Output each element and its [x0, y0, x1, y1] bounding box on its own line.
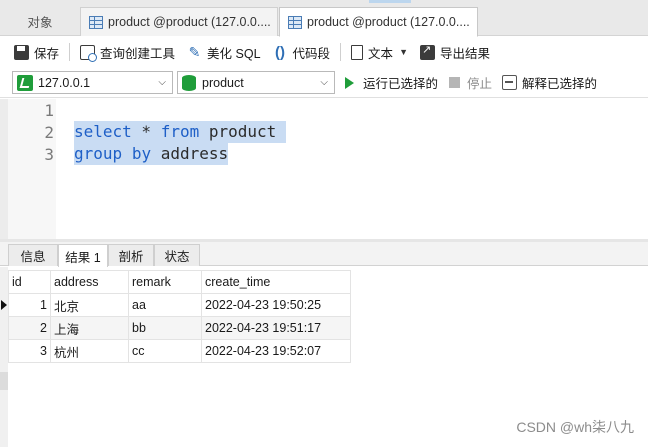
table-row[interactable]: 2 上海 bb 2022-04-23 19:51:17 [8, 316, 351, 340]
tab-result-1-label: 结果 1 [65, 250, 101, 265]
cell-create-time[interactable]: 2022-04-23 19:52:07 [201, 339, 351, 363]
current-row-arrow-icon [1, 300, 7, 310]
text-label: 文本 [368, 46, 394, 61]
beautify-icon: ✎ [188, 43, 201, 60]
stop-icon [449, 77, 461, 88]
code-line[interactable]: select * from product [74, 121, 286, 143]
tab-query-2-active[interactable]: product @product (127.0.0.... [279, 7, 478, 37]
text-dropdown-button[interactable]: 文本 ▼ [345, 40, 414, 64]
explain-icon [502, 75, 518, 90]
save-icon [14, 44, 29, 60]
beautify-label: 美化 SQL [207, 46, 261, 61]
cell-create-time[interactable]: 2022-04-23 19:50:25 [201, 293, 351, 317]
tab-info[interactable]: 信息 [8, 244, 58, 266]
toolbar-divider [340, 43, 342, 61]
sql-text: * [131, 122, 161, 141]
row-selector[interactable] [0, 294, 8, 317]
table-grid-icon [288, 15, 302, 29]
code-line[interactable]: group by address [74, 143, 229, 165]
chevron-down-icon: ▼ [399, 47, 408, 57]
run-toolbar-group: 运行已选择的 停止 解释已选择的 [345, 71, 597, 94]
sql-keyword: from [160, 122, 200, 141]
cell-remark[interactable]: aa [128, 293, 202, 317]
editor-tab-strip: 对象 product @product (127.0.0.... product… [0, 0, 648, 37]
chevron-down-icon: ⌵ [320, 77, 328, 88]
chevron-down-icon: ⌵ [158, 77, 166, 88]
connection-toolbar: 127.0.0.1 ⌵ product ⌵ 运行已选择的 停止 解释已选择的 [0, 68, 648, 98]
cell-id[interactable]: 1 [8, 293, 51, 317]
document-icon [351, 44, 364, 60]
export-label: 导出结果 [439, 46, 490, 61]
header-row: id address remark create_time [8, 270, 351, 294]
query-builder-label: 查询创建工具 [100, 46, 176, 61]
sql-keyword: select [74, 122, 132, 141]
tab-profile-label: 剖析 [118, 250, 144, 264]
column-header-create-time[interactable]: create_time [201, 270, 351, 294]
cell-address[interactable]: 上海 [50, 316, 129, 340]
line-number: 2 [44, 123, 54, 142]
beautify-sql-button[interactable]: ✎ 美化 SQL [181, 40, 267, 64]
export-results-button[interactable]: 导出结果 [414, 40, 496, 64]
query-builder-icon [80, 44, 98, 62]
explain-selected-button[interactable]: 解释已选择的 [522, 73, 597, 92]
tab-strip-accent [369, 0, 411, 3]
play-icon [345, 76, 354, 89]
panel-collapse-handle[interactable] [0, 372, 8, 390]
tab-query-1[interactable]: product @product (127.0.0.... [80, 7, 278, 36]
table-row[interactable]: 1 北京 aa 2022-04-23 19:50:25 [8, 293, 351, 317]
connection-select[interactable]: 127.0.0.1 ⌵ [12, 71, 173, 94]
line-number: 3 [44, 145, 54, 164]
code-snippet-label: 代码段 [292, 46, 331, 61]
save-label: 保存 [34, 46, 60, 61]
watermark: CSDN @wh柒八九 [516, 419, 634, 435]
tab-info-label: 信息 [20, 250, 46, 264]
tab-status[interactable]: 状态 [154, 244, 200, 266]
run-selected-button[interactable]: 运行已选择的 [363, 73, 438, 92]
result-tab-strip: 信息 结果 1 剖析 状态 [0, 242, 648, 267]
result-grid[interactable]: id address remark create_time 1 北京 aa 20… [8, 270, 351, 363]
tab-objects-label: 对象 [27, 16, 53, 30]
sql-keyword: group [74, 144, 123, 163]
sql-editor[interactable]: 1 2 3 select * from product group by add… [0, 99, 648, 239]
export-icon [419, 43, 435, 60]
column-header-remark[interactable]: remark [128, 270, 202, 294]
cell-address[interactable]: 北京 [50, 293, 129, 317]
save-button[interactable]: 保存 [8, 40, 65, 64]
cell-address[interactable]: 杭州 [50, 339, 129, 363]
cell-id[interactable]: 2 [8, 316, 51, 340]
table-row[interactable]: 3 杭州 cc 2022-04-23 19:52:07 [8, 339, 351, 363]
cell-remark[interactable]: bb [128, 316, 202, 340]
sql-keyword: by [131, 144, 152, 163]
editor-margin [0, 99, 8, 239]
cell-id[interactable]: 3 [8, 339, 51, 363]
database-icon [182, 74, 196, 91]
tab-query-1-label: product @product (127.0.0.... [108, 15, 271, 29]
stop-button[interactable]: 停止 [467, 73, 492, 92]
column-header-address[interactable]: address [50, 270, 129, 294]
column-header-id[interactable]: id [8, 270, 51, 294]
tab-objects[interactable]: 对象 [0, 7, 80, 36]
connection-value: 127.0.0.1 [38, 75, 91, 90]
query-builder-button[interactable]: 查询创建工具 [74, 40, 181, 64]
line-number: 1 [44, 101, 54, 120]
code-snippet-icon: () [275, 43, 286, 61]
table-grid-icon [89, 15, 103, 29]
toolbar-divider [69, 43, 71, 61]
tab-profile[interactable]: 剖析 [108, 244, 154, 266]
tab-query-2-label: product @product (127.0.0.... [307, 15, 470, 29]
tab-result-1[interactable]: 结果 1 [58, 244, 108, 267]
database-value: product [202, 75, 244, 90]
query-toolbar: 保存 查询创建工具 ✎ 美化 SQL () 代码段 文本 ▼ 导出结果 [0, 37, 648, 67]
code-snippet-button[interactable]: () 代码段 [267, 40, 337, 64]
database-select[interactable]: product ⌵ [177, 71, 335, 94]
connection-icon [17, 74, 33, 91]
cell-remark[interactable]: cc [128, 339, 202, 363]
tab-status-label: 状态 [164, 250, 190, 264]
sql-text: product [199, 122, 286, 141]
line-number-gutter [8, 99, 56, 239]
sql-text: address [151, 144, 229, 163]
cell-create-time[interactable]: 2022-04-23 19:51:17 [201, 316, 351, 340]
